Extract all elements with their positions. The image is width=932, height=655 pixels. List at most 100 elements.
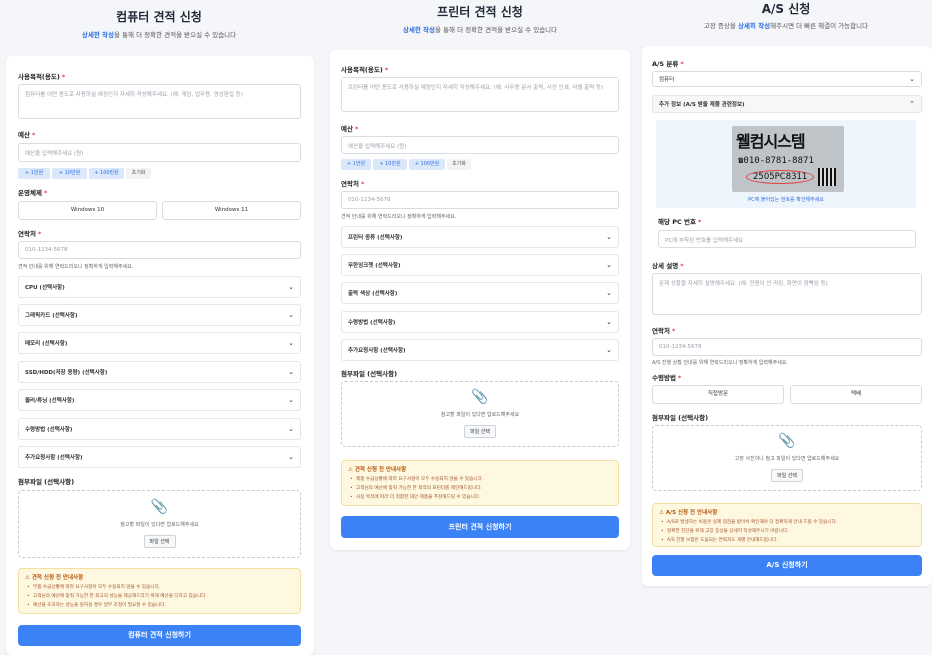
budget-input[interactable]: 예산을 입력해주세요 (원) [341, 136, 619, 154]
as-type-label: A/S 분류 * [652, 60, 684, 68]
as-column: A/S 신청 고장 증상을 상세히 작성해주시면 더 빠른 해결이 가능합니다 … [640, 0, 932, 655]
notice-item: 부품 수급상황에 따라 요구사항이 모두 수용되지 않을 수 있습니다. [25, 583, 294, 592]
paperclip-icon: 📎 [778, 433, 796, 449]
file-dropzone-text: 참고할 파일이 있다면 업로드해주세요 [120, 522, 199, 528]
budget-label: 예산 * [18, 131, 36, 139]
file-dropzone[interactable]: 📎 고장 사진이나 참고 파일이 있다면 업로드해주세요 파일 선택 [652, 425, 922, 491]
pc-number-input[interactable]: PC에 부착된 번호를 입력해주세요 [658, 230, 916, 248]
accordion-extra-requests[interactable]: 추가요청사항 (선택사항) ⌄ [18, 446, 301, 468]
method-option-delivery[interactable]: 택배 [790, 385, 922, 404]
accordion-storage[interactable]: SSD/HDD(저장 용량) (선택사항) ⌄ [18, 361, 301, 383]
contact-input[interactable]: 010-1234-5678 [18, 241, 301, 259]
file-select-button[interactable]: 파일 선택 [771, 469, 803, 482]
chevron-down-icon: ⌄ [606, 261, 612, 269]
page-title: 컴퓨터 견적 신청 [116, 10, 202, 24]
computer-submit-button[interactable]: 컴퓨터 견적 신청하기 [18, 625, 301, 646]
chevron-down-icon: ⌄ [288, 425, 294, 433]
file-dropzone[interactable]: 📎 참고할 파일이 있다면 업로드해주세요 파일 선택 [18, 490, 301, 558]
contact-hint: 견적 안내를 위해 연락드리오니 정확하게 입력해주세요. [18, 264, 134, 270]
as-type-select[interactable]: 컴퓨터 ⌄ [652, 71, 922, 87]
accordion-extra-requests[interactable]: 추가요청사항 (선택사항) ⌄ [341, 339, 619, 361]
paperclip-icon: 📎 [150, 499, 169, 515]
budget-add-10k-button[interactable]: + 1만원 [18, 168, 50, 179]
as-submit-button[interactable]: A/S 신청하기 [652, 555, 922, 576]
warning-icon: ⚠ [659, 510, 664, 516]
file-dropzone-text: 고장 사진이나 참고 파일이 있다면 업로드해주세요 [734, 456, 840, 462]
printer-submit-button[interactable]: 프린터 견적 신청하기 [341, 516, 619, 538]
chevron-down-icon: ⌄ [288, 396, 294, 404]
purpose-label: 사용목적(용도) * [18, 73, 66, 81]
page-title: A/S 신청 [761, 2, 811, 16]
as-form-card: A/S 분류 * 컴퓨터 ⌄ 추가 정보 (A/S 받을 제품 관련정보) ⌃ 웰컴시… [642, 46, 932, 586]
budget-add-1m-button[interactable]: + 100만원 [409, 159, 445, 170]
accordion-printer-type[interactable]: 프린터 종류 (선택사항) ⌄ [341, 226, 619, 248]
sticker-example-panel: 웰컴시스템 ☎010-8781-8871 2505PC8311 PC에 붙어있는… [656, 120, 916, 208]
notice-item: 제품 수급상황에 따라 요구사항이 모두 수용되지 않을 수 있습니다. [348, 475, 612, 484]
contact-hint: 견적 안내를 위해 연락드리오니 정확하게 입력해주세요. [341, 214, 457, 220]
os-option-windows11[interactable]: Windows 11 [162, 201, 301, 220]
notice-box: ⚠ 견적 신청 전 안내사항 부품 수급상황에 따라 요구사항이 모두 수용되지… [18, 568, 301, 614]
page-subtitle: 상세한 작성을 통해 더 정확한 견적을 받으실 수 있습니다 [402, 26, 558, 34]
budget-reset-button[interactable]: 초기화 [447, 159, 471, 170]
contact-label: 연락처 * [18, 230, 42, 238]
computer-column: 컴퓨터 견적 신청 상세한 작성을 통해 더 정확한 견적을 받으실 수 있습니… [0, 0, 318, 655]
chevron-down-icon: ⌄ [288, 311, 294, 319]
computer-form-card: 사용목적(용도) * 컴퓨터를 어떤 용도로 사용하실 예정인지 자세히 작성해주… [6, 56, 314, 655]
warning-icon: ⚠ [25, 575, 30, 581]
accordion-delivery[interactable]: 수령방법 (선택사항) ⌄ [341, 311, 619, 333]
accordion-delivery[interactable]: 수령방법 (선택사항) ⌄ [18, 418, 301, 440]
purpose-label: 사용목적(용도) * [341, 66, 389, 74]
chevron-down-icon: ⌄ [606, 346, 612, 354]
purpose-textarea[interactable]: 컴퓨터를 어떤 용도로 사용하실 예정인지 자세히 작성해주세요. (예: 게임… [18, 84, 301, 119]
accordion-gpu[interactable]: 그래픽카드 (선택사항) ⌄ [18, 304, 301, 326]
chevron-down-icon: ⌄ [909, 75, 915, 83]
page-subtitle: 고장 증상을 상세히 작성해주시면 더 빠른 해결이 가능합니다 [703, 22, 869, 30]
file-label: 첨부파일 (선택사항) [18, 478, 75, 486]
warning-icon: ⚠ [348, 467, 353, 473]
os-option-windows10[interactable]: Windows 10 [18, 201, 157, 220]
budget-input[interactable]: 예산을 입력해주세요 (원) [18, 143, 301, 162]
symptom-textarea[interactable]: 문제 상황을 자세히 설명해주세요. (예: 전원이 안 켜짐, 화면이 깜빡임… [652, 273, 922, 315]
budget-add-100k-button[interactable]: + 10만원 [52, 168, 87, 179]
qr-code-icon [818, 168, 836, 186]
budget-add-1m-button[interactable]: + 100만원 [89, 168, 124, 179]
accordion-cooler[interactable]: 쿨러/튜닝 (선택사항) ⌄ [18, 389, 301, 411]
notice-item: A/S로 발생하는 비용은 실제 점검을 받아서 확인해야 더 정확하게 안내 … [659, 518, 915, 527]
notice-box: ⚠ 견적 신청 전 안내사항 제품 수급상황에 따라 요구사항이 모두 수용되지… [341, 460, 619, 506]
budget-label: 예산 * [341, 125, 359, 133]
paperclip-icon: 📎 [471, 389, 489, 405]
file-dropzone[interactable]: 📎 참고할 파일이 있다면 업로드해주세요 파일 선택 [341, 381, 619, 447]
sticker-image: 웰컴시스템 ☎010-8781-8871 2505PC8311 [732, 126, 844, 192]
notice-title: ⚠ A/S 신청 전 안내사항 [659, 510, 718, 516]
file-select-button[interactable]: 파일 선택 [143, 535, 176, 548]
contact-input[interactable]: 010-1234-5678 [652, 338, 922, 356]
file-select-button[interactable]: 파일 선택 [464, 425, 496, 438]
page-subtitle: 상세한 작성을 통해 더 정확한 견적을 받으실 수 있습니다 [81, 31, 237, 39]
notice-item: 고객님의 예산에 맞춰 가능한 한 최고의 성능을 제공해드리기 위해 예산을 … [25, 592, 294, 601]
method-label: 수령방법 * [652, 374, 682, 382]
notice-item: 고객님의 예산에 맞춰 가능한 한 최적의 프린터를 제안해드립니다. [348, 484, 612, 493]
notice-title: ⚠ 견적 신청 전 안내사항 [348, 467, 407, 473]
extra-info-accordion[interactable]: 추가 정보 (A/S 받을 제품 관련정보) ⌃ [652, 95, 922, 113]
file-dropzone-text: 참고할 파일이 있다면 업로드해주세요 [440, 412, 520, 418]
budget-reset-button[interactable]: 초기화 [126, 168, 151, 179]
notice-item: 사용 목적에 따라 더 적합한 대안 제품을 추천해드릴 수 있습니다. [348, 493, 612, 502]
contact-label: 연락처 * [341, 180, 365, 188]
method-option-visit[interactable]: 직접방문 [652, 385, 784, 404]
accordion-cpu[interactable]: CPU (선택사항) ⌄ [18, 276, 301, 298]
os-label: 운영체제 * [18, 189, 48, 197]
symptom-label: 상세 설명 * [652, 262, 684, 270]
accordion-ink[interactable]: 무한잉크젯 (선택사항) ⌄ [341, 254, 619, 276]
chevron-down-icon: ⌄ [606, 318, 612, 326]
accordion-memory[interactable]: 메모리 (선택사항) ⌄ [18, 332, 301, 354]
sticker-code: 2505PC8311 [746, 170, 815, 184]
budget-add-10k-button[interactable]: + 1만원 [341, 159, 371, 170]
file-label: 첨부파일 (선택사항) [341, 370, 398, 378]
contact-input[interactable]: 010-1234-5678 [341, 191, 619, 209]
purpose-textarea[interactable]: 프린터를 어떤 용도로 사용하실 예정인지 자세히 작성해주세요. (예: 사무… [341, 77, 619, 112]
budget-add-100k-button[interactable]: + 10만원 [373, 159, 407, 170]
notice-item: 예산을 초과하는 성능을 원하실 경우 일부 조정이 필요할 수 있습니다. [25, 601, 294, 610]
accordion-color[interactable]: 출력 색상 (선택사항) ⌄ [341, 282, 619, 304]
chevron-down-icon: ⌄ [288, 283, 294, 291]
chevron-up-icon: ⌃ [909, 100, 915, 108]
